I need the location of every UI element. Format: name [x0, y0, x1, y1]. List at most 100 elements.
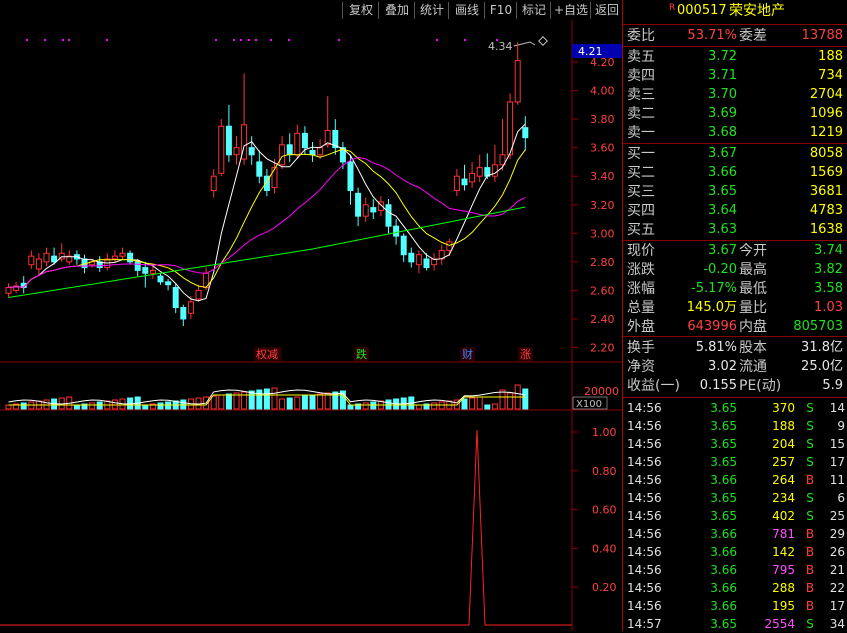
marker-dot [240, 39, 242, 41]
ask-label: 卖二 [627, 106, 655, 122]
tick-volume: 257 [772, 455, 795, 469]
quote-row: 涨幅 -5.17% 最低 3.58 [625, 280, 846, 298]
bid-label: 买二 [627, 165, 655, 181]
candle-body [119, 252, 126, 257]
order-ratio-value: 53.71% [687, 28, 737, 43]
stats-label: 股本 [739, 340, 767, 356]
volume-bar [157, 402, 164, 410]
tick-time: 14:57 [627, 617, 662, 631]
tick-price: 3.65 [710, 455, 737, 469]
quote-value: 3.58 [814, 281, 843, 296]
price-axis-label: 2.40 [590, 313, 615, 326]
tick-price: 3.66 [710, 545, 737, 559]
toolbar-button-7[interactable]: 返回 [590, 2, 623, 19]
bid-row: 买一 3.67 8058 [625, 145, 846, 163]
tick-side: S [806, 419, 814, 433]
candle-body [134, 261, 141, 271]
bid-volume: 8058 [809, 146, 843, 161]
quote-value: 1.03 [814, 300, 843, 315]
toolbar-button-4[interactable]: F10 [484, 2, 517, 19]
volume-bar [225, 393, 232, 410]
candle-body [248, 147, 255, 156]
tick-row: 14:56 3.65 370 S 14 [625, 399, 846, 417]
toolbar-button-3[interactable]: 画线 [448, 2, 485, 19]
candle-body [157, 275, 164, 283]
ask-volume: 1219 [809, 125, 843, 140]
volume-axis-label: 20000 [584, 385, 619, 398]
event-tag: 跌 [356, 347, 367, 361]
tick-price: 3.65 [710, 437, 737, 451]
candle-body [393, 225, 400, 237]
stats-label: 收益(一) [627, 378, 680, 394]
candle-body [355, 192, 362, 217]
volume-bar [271, 387, 278, 410]
bid-label: 买五 [627, 222, 655, 238]
indicator-axis-label: 0.80 [592, 465, 617, 478]
ask-label: 卖四 [627, 68, 655, 84]
ask-volume: 1096 [809, 106, 843, 121]
kline-chart[interactable]: 4.204.003.803.603.403.203.002.802.602.40… [0, 20, 622, 631]
tick-volume: 795 [772, 563, 795, 577]
quote-label: 总量 [627, 300, 655, 316]
ask-price: 3.70 [708, 87, 737, 102]
tick-price: 3.65 [710, 509, 737, 523]
marker-dot [338, 39, 340, 41]
tick-row: 14:56 3.66 195 B 17 [625, 597, 846, 615]
tick-volume: 142 [772, 545, 795, 559]
bid-volume: 1569 [809, 165, 843, 180]
volume-bar [347, 404, 354, 410]
toolbar-button-2[interactable]: 统计 [414, 2, 449, 19]
tick-price: 3.66 [710, 581, 737, 595]
volume-bar [263, 388, 270, 410]
event-tag: 权减 [256, 348, 278, 361]
price-axis-label: 4.00 [590, 85, 615, 98]
tick-row: 14:56 3.65 234 S 6 [625, 489, 846, 507]
tick-side: S [806, 617, 814, 631]
candle-body [165, 281, 172, 286]
toolbar-button-5[interactable]: 标记 [516, 2, 551, 19]
toolbar-button-1[interactable]: 叠加 [378, 2, 415, 19]
ask-label: 卖一 [627, 125, 655, 141]
tick-price: 3.66 [710, 473, 737, 487]
marker-dot [62, 39, 64, 41]
indicator-axis-label: 1.00 [592, 426, 617, 439]
marker-dot [233, 39, 235, 41]
quote-label: 内盘 [739, 319, 767, 335]
tick-row: 14:56 3.66 142 B 26 [625, 543, 846, 561]
stats-label: 流通 [739, 359, 767, 375]
tick-time: 14:56 [627, 455, 662, 469]
candle-body [347, 161, 354, 191]
candle-body [385, 204, 392, 227]
toolbar-button-6[interactable]: +自选 [550, 2, 591, 19]
tick-side: B [805, 545, 815, 559]
stats-row: 净资 3.02 流通 25.0亿 [625, 358, 846, 376]
stats-row: 收益(一) 0.155 PE(动) 5.9 [625, 377, 846, 395]
candle-body [51, 255, 58, 263]
volume-bar [469, 397, 476, 410]
bid-label: 买一 [627, 146, 655, 162]
tick-side: B [805, 599, 815, 613]
diamond-icon [538, 36, 548, 46]
tick-time: 14:56 [627, 527, 662, 541]
toolbar-button-0[interactable]: 复权 [342, 2, 379, 19]
stats-value: 3.02 [708, 359, 737, 374]
tick-side: B [805, 527, 815, 541]
tick-count: 9 [837, 419, 845, 433]
signal-line [0, 429, 572, 626]
stats-value: 5.9 [822, 378, 843, 393]
divider [623, 397, 847, 398]
stock-code: 000517 [677, 3, 727, 18]
candle-body [256, 161, 263, 177]
event-tag: 涨 [520, 348, 531, 361]
marker-dot [248, 39, 250, 41]
tick-volume: 195 [772, 599, 795, 613]
tick-volume: 264 [772, 473, 795, 487]
bid-price: 3.65 [708, 184, 737, 199]
candle-body [301, 132, 308, 149]
volume-bar [301, 395, 308, 410]
price-axis-label: 3.20 [590, 199, 615, 212]
tick-price: 3.66 [710, 563, 737, 577]
bid-price: 3.64 [708, 203, 737, 218]
candle-body [491, 164, 498, 177]
high-price-arrow [513, 41, 536, 47]
